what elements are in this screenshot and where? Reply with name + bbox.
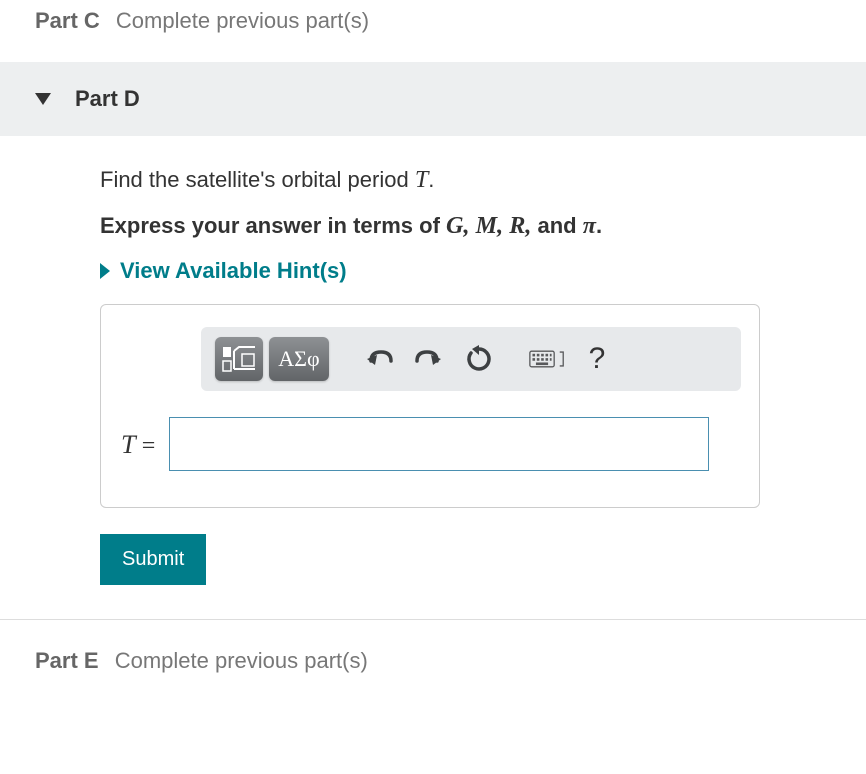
hints-label: View Available Hint(s) <box>120 258 347 284</box>
answer-box: ΑΣφ <box>100 304 760 508</box>
bracket-icon <box>558 349 565 369</box>
undo-button[interactable] <box>361 341 397 377</box>
redo-icon <box>415 347 443 371</box>
templates-button[interactable] <box>215 337 263 381</box>
instruction-text: Express your answer in terms of G, M, R,… <box>100 212 866 240</box>
undo-icon <box>365 347 393 371</box>
lhs-eq: = <box>136 433 156 459</box>
instruction-suffix: . <box>596 213 602 238</box>
prompt-suffix: . <box>428 167 434 192</box>
instruction-vars: G, M, R, <box>446 212 531 239</box>
part-c-label: Part C <box>35 8 100 33</box>
instruction-pi: π <box>583 212 596 239</box>
help-label: ? <box>589 342 606 376</box>
divider <box>0 619 866 620</box>
part-d-header[interactable]: Part D <box>0 62 866 136</box>
greek-label: ΑΣφ <box>278 346 319 372</box>
equation-lhs: T = <box>121 429 155 460</box>
part-e-header: Part E Complete previous part(s) <box>0 640 866 682</box>
part-e-status: Complete previous part(s) <box>115 648 368 673</box>
instruction-and: and <box>531 213 582 238</box>
prompt-prefix: Find the satellite's orbital period <box>100 167 415 192</box>
part-e-label: Part E <box>35 648 99 673</box>
submit-label: Submit <box>122 548 184 570</box>
greek-button[interactable]: ΑΣφ <box>269 337 329 381</box>
view-hints-button[interactable]: View Available Hint(s) <box>100 258 347 284</box>
format-group: ΑΣφ <box>215 337 329 381</box>
math-template-icon <box>222 345 256 373</box>
part-d-body: Find the satellite's orbital period T. E… <box>0 166 866 585</box>
part-c-header: Part C Complete previous part(s) <box>0 0 866 42</box>
prompt-var: T <box>415 166 428 193</box>
keyboard-button[interactable] <box>529 341 565 377</box>
answer-input[interactable] <box>169 417 709 471</box>
submit-button[interactable]: Submit <box>100 534 206 585</box>
part-c-status: Complete previous part(s) <box>116 8 369 33</box>
redo-button[interactable] <box>411 341 447 377</box>
caret-right-icon <box>100 263 110 279</box>
caret-down-icon <box>35 93 51 105</box>
equation-toolbar: ΑΣφ <box>201 327 741 391</box>
instruction-prefix: Express your answer in terms of <box>100 213 446 238</box>
prompt-text: Find the satellite's orbital period T. <box>100 166 866 194</box>
reset-icon <box>465 345 493 373</box>
help-button[interactable]: ? <box>579 341 615 377</box>
equation-row: T = <box>121 417 739 471</box>
lhs-var: T <box>121 429 136 459</box>
keyboard-icon <box>529 349 555 369</box>
reset-button[interactable] <box>461 341 497 377</box>
part-d-title: Part D <box>75 86 140 112</box>
